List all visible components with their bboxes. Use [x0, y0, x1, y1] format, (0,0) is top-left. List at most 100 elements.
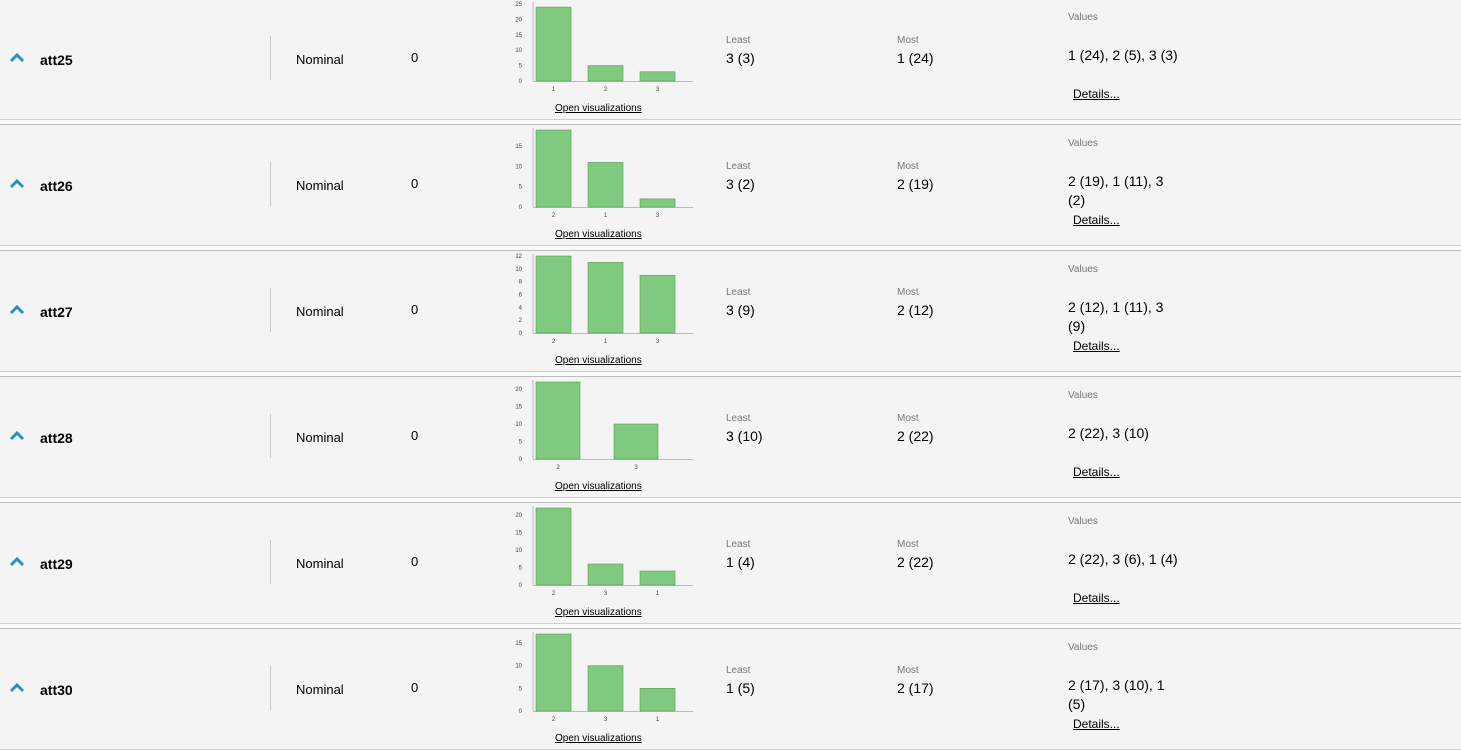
histogram-bar [535, 381, 581, 460]
least-value: 1 (4) [726, 554, 755, 570]
open-visualizations-link[interactable]: Open visualizations [555, 733, 642, 744]
details-link[interactable]: Details... [1073, 87, 1120, 101]
y-tick-label: 10 [515, 548, 522, 554]
most-value: 2 (17) [897, 680, 934, 696]
histogram-chart: 0 5 10 15 20 2 3 1 [503, 504, 703, 604]
least-label: Least [726, 413, 751, 424]
x-tick-label: 1 [552, 87, 556, 93]
chevron-up-icon[interactable] [9, 176, 25, 189]
x-tick-label: 1 [656, 591, 660, 597]
missing-count: 0 [411, 680, 419, 695]
y-tick-label: 12 [515, 254, 522, 260]
y-tick-label: 10 [515, 164, 522, 170]
values-list: 1 (24), 2 (5), 3 (3) [1068, 47, 1178, 63]
open-visualizations-link[interactable]: Open visualizations [555, 607, 642, 618]
row-separator [0, 498, 1461, 503]
chevron-up-icon[interactable] [9, 554, 25, 567]
y-tick-label: 5 [519, 440, 523, 446]
y-tick-label: 0 [519, 457, 523, 463]
attribute-type: Nominal [296, 556, 344, 571]
x-tick-label: 2 [552, 591, 556, 597]
histogram-svg: 0 5 10 15 20 2 3 1 [515, 506, 693, 597]
least-value: 3 (9) [726, 302, 755, 318]
attribute-row: att27 Nominal 0 0 2 4 6 8 10 12 2 1 3 Open visualizat… [0, 252, 1461, 372]
most-value: 2 (19) [897, 176, 934, 192]
histogram-svg: 0 5 10 15 20 2 3 [515, 380, 693, 471]
x-tick-label: 3 [634, 465, 638, 471]
y-tick-label: 6 [519, 293, 523, 299]
chevron-up-icon[interactable] [9, 680, 25, 693]
most-label: Most [897, 161, 919, 172]
least-label: Least [726, 35, 751, 46]
histogram-bar [639, 274, 676, 334]
attribute-list: att25 Nominal 0 0 5 10 15 20 25 1 2 3 Open visualiza… [0, 0, 1461, 750]
attribute-row: att29 Nominal 0 0 5 10 15 20 2 3 1 Open visualizati… [0, 504, 1461, 624]
open-visualizations-link[interactable]: Open visualizations [555, 355, 642, 366]
values-label: Values [1068, 642, 1098, 653]
values-list: 2 (17), 3 (10), 1 (5) [1068, 677, 1165, 712]
attribute-row: att30 Nominal 0 0 5 10 15 2 3 1 Open visualization… [0, 630, 1461, 750]
values-list: 2 (12), 1 (11), 3 (9) [1068, 299, 1164, 334]
row-separator [0, 624, 1461, 629]
values-list: 2 (22), 3 (10) [1068, 425, 1149, 441]
attribute-type: Nominal [296, 430, 344, 445]
histogram-svg: 0 5 10 15 2 3 1 [515, 632, 693, 723]
chevron-up-icon[interactable] [9, 302, 25, 315]
row-separator [0, 120, 1461, 125]
most-value: 2 (22) [897, 428, 934, 444]
x-tick-label: 3 [656, 87, 660, 93]
y-tick-label: 20 [515, 387, 522, 393]
y-tick-label: 15 [515, 641, 522, 647]
histogram-bar [587, 162, 624, 208]
column-divider [270, 414, 271, 458]
attribute-type: Nominal [296, 304, 344, 319]
attribute-name: att28 [40, 430, 73, 446]
column-divider [270, 666, 271, 710]
histogram-bar [639, 570, 676, 586]
x-tick-label: 3 [604, 717, 608, 723]
open-visualizations-link[interactable]: Open visualizations [555, 481, 642, 492]
most-value: 1 (24) [897, 50, 934, 66]
most-value: 2 (22) [897, 554, 934, 570]
attribute-name: att30 [40, 682, 73, 698]
y-tick-label: 10 [515, 267, 522, 273]
missing-count: 0 [411, 176, 419, 191]
histogram-chart: 0 5 10 15 2 3 1 [503, 630, 703, 730]
details-link[interactable]: Details... [1073, 213, 1120, 227]
details-link[interactable]: Details... [1073, 465, 1120, 479]
chevron-up-icon[interactable] [9, 50, 25, 63]
histogram-bar [613, 423, 659, 460]
open-visualizations-link[interactable]: Open visualizations [555, 103, 642, 114]
y-tick-label: 25 [515, 2, 522, 8]
attribute-name: att27 [40, 304, 73, 320]
histogram-chart: 0 5 10 15 20 2 3 [503, 378, 703, 478]
histogram-bar [587, 563, 624, 586]
histogram-svg: 0 2 4 6 8 10 12 2 1 3 [515, 254, 693, 345]
histogram-chart: 0 2 4 6 8 10 12 2 1 3 [503, 252, 703, 352]
histogram-bar [535, 6, 572, 82]
details-link[interactable]: Details... [1073, 717, 1120, 731]
attribute-row: att26 Nominal 0 0 5 10 15 2 1 3 Open visualization… [0, 126, 1461, 246]
least-value: 3 (10) [726, 428, 763, 444]
y-tick-label: 20 [515, 17, 522, 23]
x-tick-label: 3 [656, 213, 660, 219]
values-list: 2 (22), 3 (6), 1 (4) [1068, 551, 1178, 567]
details-link[interactable]: Details... [1073, 591, 1120, 605]
histogram-bar [639, 198, 676, 208]
values-label: Values [1068, 138, 1098, 149]
column-divider [270, 288, 271, 332]
least-label: Least [726, 161, 751, 172]
attribute-type: Nominal [296, 52, 344, 67]
most-label: Most [897, 287, 919, 298]
histogram-svg: 0 5 10 15 20 25 1 2 3 [515, 2, 693, 93]
attribute-name: att29 [40, 556, 73, 572]
least-label: Least [726, 287, 751, 298]
attribute-type: Nominal [296, 178, 344, 193]
chevron-up-icon[interactable] [9, 428, 25, 441]
histogram-bar [535, 255, 572, 334]
open-visualizations-link[interactable]: Open visualizations [555, 229, 642, 240]
x-tick-label: 3 [604, 591, 608, 597]
missing-count: 0 [411, 554, 419, 569]
details-link[interactable]: Details... [1073, 339, 1120, 353]
least-label: Least [726, 539, 751, 550]
